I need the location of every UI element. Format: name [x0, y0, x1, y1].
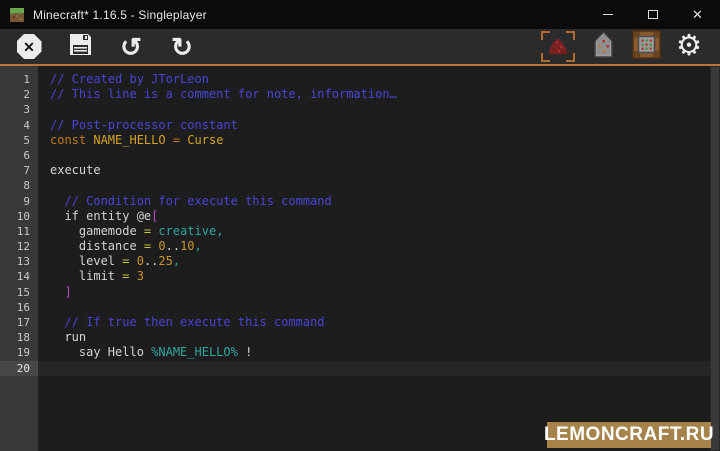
line-number: 5: [0, 133, 38, 148]
home-icon: [591, 31, 616, 63]
cancel-icon: ✕: [17, 34, 42, 59]
redstone-icon: [541, 31, 575, 62]
save-button[interactable]: [65, 32, 95, 62]
toolbar: ✕ ↺ ↻: [0, 29, 720, 66]
close-icon: ✕: [692, 8, 703, 21]
code-line[interactable]: [50, 300, 720, 315]
line-number: 12: [0, 239, 38, 254]
vertical-scrollbar[interactable]: [710, 66, 720, 451]
gutter: 1234567891011121314151617181920: [0, 66, 38, 451]
close-button[interactable]: ✕: [675, 0, 720, 29]
undo-button[interactable]: ↺: [116, 32, 146, 62]
scrollbar-thumb[interactable]: [711, 67, 719, 450]
code-line[interactable]: ]: [50, 285, 720, 300]
line-number: 9: [0, 194, 38, 209]
line-number: 15: [0, 285, 38, 300]
cancel-button[interactable]: ✕: [14, 32, 44, 62]
line-number: 13: [0, 254, 38, 269]
line-number: 20: [0, 361, 38, 376]
toolbar-right-group: ⚙: [541, 32, 720, 62]
window-controls: ✕: [585, 0, 720, 29]
minimize-button[interactable]: [585, 0, 630, 29]
undo-icon: ↺: [120, 34, 142, 60]
code-line[interactable]: distance = 0..10,: [50, 239, 720, 254]
code-lines[interactable]: // Created by JTorLeon// This line is a …: [38, 66, 720, 451]
line-number: 17: [0, 315, 38, 330]
minecraft-grass-block-icon: [9, 7, 25, 23]
code-line[interactable]: [38, 361, 720, 376]
save-icon: [68, 32, 93, 62]
crafting-button[interactable]: [631, 32, 661, 62]
line-number: 19: [0, 345, 38, 360]
title-bar: Minecraft* 1.16.5 - Singleplayer ✕: [0, 0, 720, 29]
line-number: 3: [0, 102, 38, 117]
line-number: 1: [0, 72, 38, 87]
line-number: 7: [0, 163, 38, 178]
code-line[interactable]: execute: [50, 163, 720, 178]
code-line[interactable]: [50, 102, 720, 117]
code-editor: 1234567891011121314151617181920 // Creat…: [0, 66, 720, 451]
code-line[interactable]: level = 0..25,: [50, 254, 720, 269]
maximize-button[interactable]: [630, 0, 675, 29]
code-line[interactable]: const NAME_HELLO = Curse: [50, 133, 720, 148]
line-number: 8: [0, 178, 38, 193]
code-line[interactable]: run: [50, 330, 720, 345]
redo-icon: ↻: [171, 34, 193, 60]
code-line[interactable]: say Hello %NAME_HELLO% !: [50, 345, 720, 360]
settings-button[interactable]: ⚙: [674, 32, 704, 62]
settings-gear-icon: ⚙: [676, 32, 702, 61]
line-number: 4: [0, 118, 38, 133]
window-title: Minecraft* 1.16.5 - Singleplayer: [33, 8, 207, 22]
line-number: 16: [0, 300, 38, 315]
app-window: Minecraft* 1.16.5 - Singleplayer ✕ ✕: [0, 0, 720, 451]
code-line[interactable]: [50, 148, 720, 163]
redstone-button[interactable]: [541, 32, 575, 62]
code-line[interactable]: [50, 178, 720, 193]
code-line[interactable]: // Post-processor constant: [50, 118, 720, 133]
line-number: 14: [0, 269, 38, 284]
code-line[interactable]: limit = 3: [50, 269, 720, 284]
line-number: 6: [0, 148, 38, 163]
line-number: 11: [0, 224, 38, 239]
code-line[interactable]: // This line is a comment for note, info…: [50, 87, 720, 102]
minimize-icon: [603, 14, 613, 15]
crafting-table-icon: [632, 30, 661, 64]
code-line[interactable]: gamemode = creative,: [50, 224, 720, 239]
maximize-icon: [648, 10, 658, 19]
line-number: 2: [0, 87, 38, 102]
redo-button[interactable]: ↻: [167, 32, 197, 62]
code-line[interactable]: // If true then execute this command: [50, 315, 720, 330]
code-line[interactable]: if entity @e[: [50, 209, 720, 224]
code-line[interactable]: // Created by JTorLeon: [50, 72, 720, 87]
code-line[interactable]: // Condition for execute this command: [50, 194, 720, 209]
toolbar-left-group: ✕ ↺ ↻: [0, 32, 197, 62]
line-number: 10: [0, 209, 38, 224]
home-button[interactable]: [588, 32, 618, 62]
watermark-banner: LEMONCRAFT.RU: [547, 422, 711, 448]
line-number: 18: [0, 330, 38, 345]
